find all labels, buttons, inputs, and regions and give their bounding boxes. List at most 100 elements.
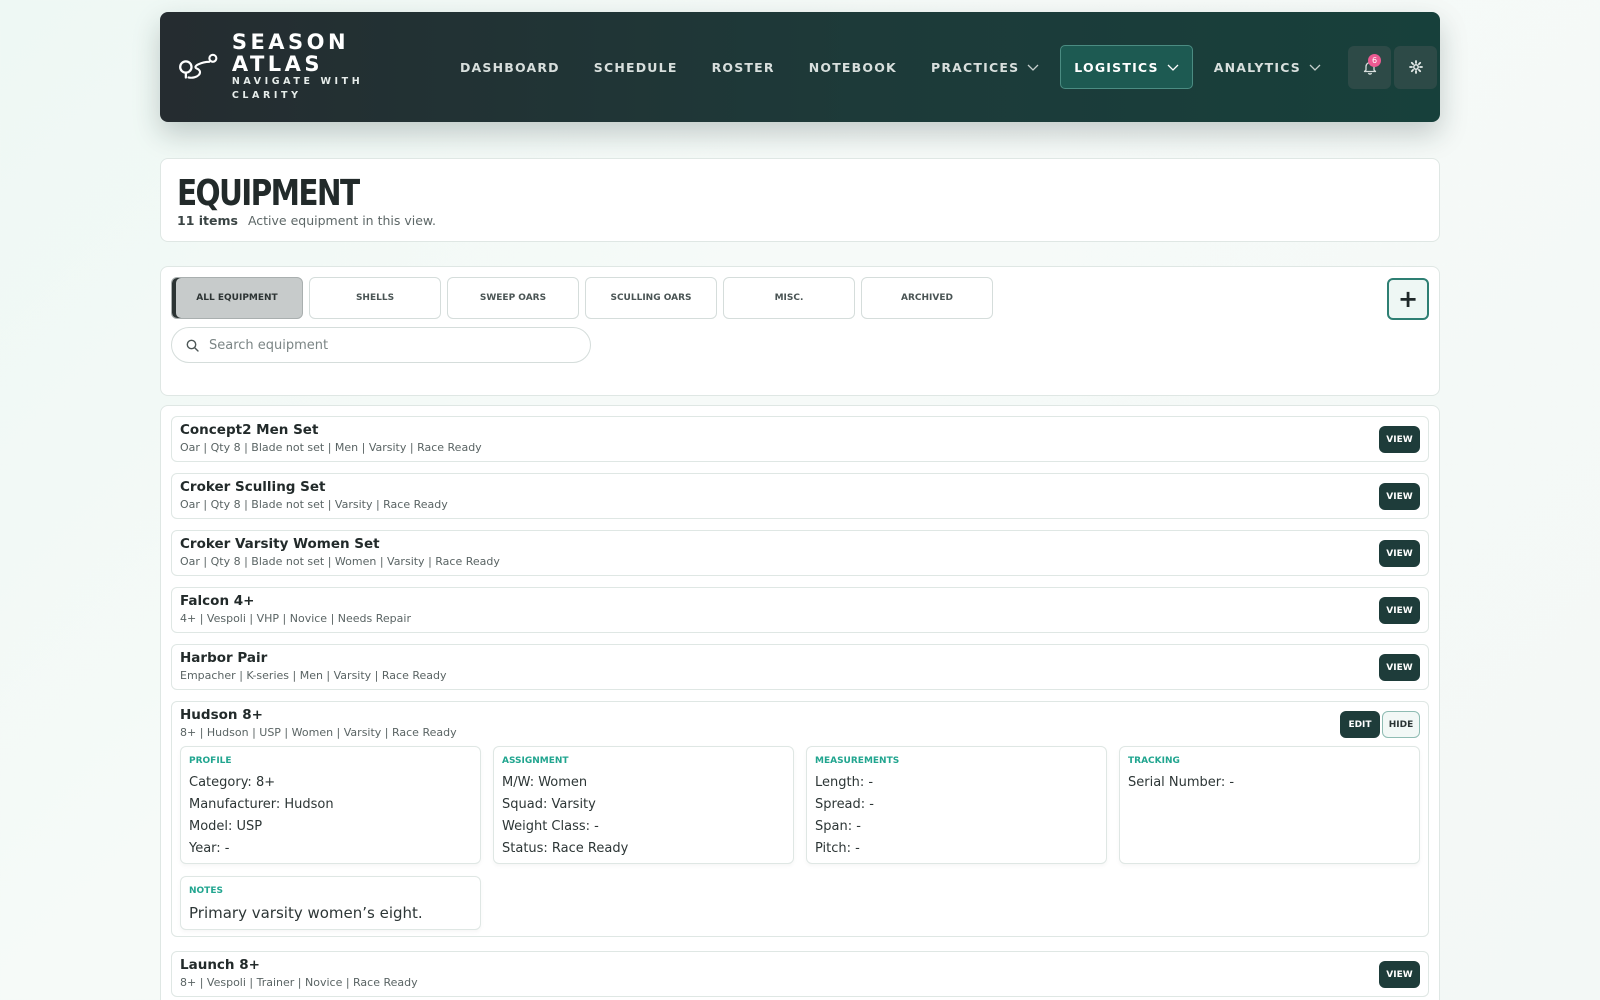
list-item: Croker Varsity Women Set Oar | Qty 8 | Bl… xyxy=(171,530,1429,576)
edit-button[interactable]: EDIT xyxy=(1340,711,1380,738)
detail-lines: M/W: Women Squad: Varsity Weight Class: - S… xyxy=(502,772,628,860)
chevron-down-icon xyxy=(1027,64,1039,71)
nav-item-dashboard[interactable]: DASHBOARD xyxy=(447,45,573,89)
brand[interactable]: SEASON ATLAS NAVIGATE WITH CLARITY xyxy=(178,31,423,103)
list-item: Harbor Pair Empacher | K-series | Men | V… xyxy=(171,644,1429,690)
detail-section-title: ASSIGNMENT xyxy=(502,756,569,766)
detail-field: M/W: Women xyxy=(502,775,588,790)
detail-field: Manufacturer: Hudson xyxy=(189,797,334,812)
list-item: Falcon 4+ 4+ | Vespoli | VHP | Novice | N… xyxy=(171,587,1429,633)
detail-lines: Primary varsity women’s eight. xyxy=(189,902,423,924)
item-count: 11 items xyxy=(177,213,238,228)
detail-field: Category: 8+ xyxy=(189,775,276,790)
equipment-name: Falcon 4+ xyxy=(180,593,255,609)
nav-item-label: NOTEBOOK xyxy=(808,59,897,75)
equipment-name: Hudson 8+ xyxy=(180,707,263,723)
detail-field: Length: - xyxy=(815,775,874,790)
nav-item-notebook[interactable]: NOTEBOOK xyxy=(796,45,910,89)
list-item: Concept2 Men Set Oar | Qty 8 | Blade not … xyxy=(171,416,1429,462)
view-button[interactable]: VIEW xyxy=(1379,540,1420,567)
tab-shells[interactable]: SHELLS xyxy=(309,277,441,319)
chevron-down-icon xyxy=(1167,64,1179,71)
list-item: Launch 8+ 8+ | Vespoli | Trainer | Novice… xyxy=(171,951,1429,997)
detail-section-notes: NOTES Primary varsity women’s eight. xyxy=(180,876,481,930)
list-item: Hudson 8+ 8+ | Hudson | USP | Women | Var… xyxy=(171,701,1429,937)
search-box xyxy=(171,327,591,363)
tab-all-equipment[interactable]: ALL EQUIPMENT xyxy=(171,277,303,319)
nav-item-label: ANALYTICS xyxy=(1213,59,1301,75)
route-logo-icon xyxy=(179,53,218,79)
equipment-summary: Oar | Qty 8 | Blade not set | Men | Vars… xyxy=(180,441,482,454)
top-navigation: SEASON ATLAS NAVIGATE WITH CLARITY DASHB… xyxy=(160,12,1440,122)
page-title: EQUIPMENT xyxy=(177,173,360,214)
equipment-summary: Oar | Qty 8 | Blade not set | Varsity | … xyxy=(180,498,448,511)
detail-field: Weight Class: - xyxy=(502,819,599,834)
detail-section-profile: PROFILE Category: 8+ Manufacturer: Hudson M… xyxy=(180,746,481,864)
equipment-list: Concept2 Men Set Oar | Qty 8 | Blade not … xyxy=(160,405,1440,1000)
search-icon xyxy=(186,339,199,352)
view-button[interactable]: VIEW xyxy=(1379,961,1420,988)
detail-field: Pitch: - xyxy=(815,841,860,856)
detail-section-measurements: MEASUREMENTS Length: - Spread: - Span: - Pit… xyxy=(806,746,1107,864)
tab-sweep-oars[interactable]: SWEEP OARS xyxy=(447,277,579,319)
notifications-button[interactable]: 6 xyxy=(1348,45,1391,89)
equipment-summary: 8+ | Hudson | USP | Women | Varsity | Ra… xyxy=(180,726,457,739)
equipment-name: Concept2 Men Set xyxy=(180,422,319,438)
equipment-name: Launch 8+ xyxy=(180,957,260,973)
view-button[interactable]: VIEW xyxy=(1379,654,1420,681)
tab-sculling-oars[interactable]: SCULLING OARS xyxy=(585,277,717,319)
equipment-name: Croker Varsity Women Set xyxy=(180,536,380,552)
nav-menu: DASHBOARD SCHEDULE ROSTER NOTEBOOK PRACTICES… xyxy=(447,12,1342,122)
detail-section-title: TRACKING xyxy=(1128,756,1180,766)
category-tabs: ALL EQUIPMENT SHELLS SWEEP OARS SCULLING OA… xyxy=(171,277,999,319)
tab-misc[interactable]: MISC. xyxy=(723,277,855,319)
detail-field: Spread: - xyxy=(815,797,874,812)
equipment-summary: 4+ | Vespoli | VHP | Novice | Needs Repa… xyxy=(180,612,411,625)
view-button[interactable]: VIEW xyxy=(1379,483,1420,510)
detail-section-title: PROFILE xyxy=(189,756,232,766)
equipment-name: Harbor Pair xyxy=(180,650,268,666)
nav-item-label: ROSTER xyxy=(711,59,775,75)
detail-lines: Serial Number: - xyxy=(1128,772,1234,794)
detail-field: Model: USP xyxy=(189,819,263,834)
nav-item-roster[interactable]: ROSTER xyxy=(699,45,788,89)
hide-button[interactable]: HIDE xyxy=(1382,711,1420,738)
nav-item-label: PRACTICES xyxy=(930,59,1020,75)
equipment-summary: Empacher | K-series | Men | Varsity | Ra… xyxy=(180,669,447,682)
detail-section-title: MEASUREMENTS xyxy=(815,756,900,766)
nav-item-label: LOGISTICS xyxy=(1074,59,1159,75)
page-description: Active equipment in this view. xyxy=(247,213,436,228)
add-equipment-button[interactable]: + xyxy=(1387,278,1429,320)
detail-field: Serial Number: - xyxy=(1128,775,1235,790)
view-button[interactable]: VIEW xyxy=(1379,426,1420,453)
page-subtitle: 11 items Active equipment in this view. xyxy=(177,213,436,228)
brand-title: SEASON ATLAS xyxy=(231,30,350,76)
detail-section-tracking: TRACKING Serial Number: - xyxy=(1119,746,1420,864)
settings-button[interactable] xyxy=(1394,45,1437,89)
gear-icon xyxy=(1408,60,1423,74)
search-input[interactable] xyxy=(209,337,569,353)
nav-item-analytics[interactable]: ANALYTICS xyxy=(1201,45,1334,89)
nav-item-label: DASHBOARD xyxy=(459,59,560,75)
nav-item-label: SCHEDULE xyxy=(593,59,678,75)
equipment-name: Croker Sculling Set xyxy=(180,479,326,495)
list-item: Croker Sculling Set Oar | Qty 8 | Blade n… xyxy=(171,473,1429,519)
detail-lines: Category: 8+ Manufacturer: Hudson Model: U… xyxy=(189,772,334,860)
detail-field: Squad: Varsity xyxy=(502,797,596,812)
equipment-summary: 8+ | Vespoli | Trainer | Novice | Race R… xyxy=(180,976,418,989)
detail-field: Year: - xyxy=(189,841,230,856)
detail-lines: Length: - Spread: - Span: - Pitch: - xyxy=(815,772,874,860)
nav-item-practices[interactable]: PRACTICES xyxy=(918,45,1052,89)
detail-section-title: NOTES xyxy=(189,886,223,896)
view-button[interactable]: VIEW xyxy=(1379,597,1420,624)
filter-panel: ALL EQUIPMENT SHELLS SWEEP OARS SCULLING OA… xyxy=(160,266,1440,396)
page-header: EQUIPMENT 11 items Active equipment in t… xyxy=(160,158,1440,242)
tab-archived[interactable]: ARCHIVED xyxy=(861,277,993,319)
notes-text: Primary varsity women’s eight. xyxy=(189,904,423,922)
detail-field: Span: - xyxy=(815,819,861,834)
equipment-summary: Oar | Qty 8 | Blade not set | Women | Va… xyxy=(180,555,500,568)
nav-item-schedule[interactable]: SCHEDULE xyxy=(581,45,691,89)
notification-badge: 6 xyxy=(1368,53,1381,67)
chevron-down-icon xyxy=(1309,64,1321,71)
nav-item-logistics[interactable]: LOGISTICS xyxy=(1060,45,1193,89)
